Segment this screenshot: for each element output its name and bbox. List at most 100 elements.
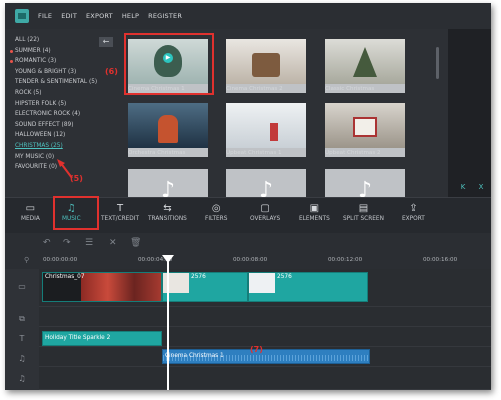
- toolbar-overlays[interactable]: ▢ OVERLAYS: [250, 202, 280, 222]
- ruler-tick: 00:00:08:00: [233, 257, 268, 263]
- category-romantic[interactable]: ROMANTIC (3): [5, 56, 113, 67]
- audio-track-icon: ♫: [18, 374, 26, 383]
- thumbnail-image: [226, 103, 306, 148]
- thumbnail-orchestra-christmas[interactable]: Orchestra Christmas: [128, 103, 208, 157]
- thumbnail-caption: Orchestra Christmas: [128, 150, 186, 156]
- menu-edit[interactable]: EDIT: [61, 12, 77, 20]
- preview-panel: K X: [448, 29, 491, 197]
- category-sound-effect[interactable]: SOUND EFFECT (89): [5, 120, 113, 131]
- toolbar-export[interactable]: ⇪ EXPORT: [402, 202, 425, 222]
- text-track-icon: T: [19, 334, 25, 343]
- timeline-tracks: ▭ Christmas_07 2576 2576 ⧉ T Holiday Tit…: [5, 269, 491, 390]
- thumbnail-caption: Classic Christmas: [325, 86, 375, 92]
- toolbar-label: SPLIT SCREEN: [343, 216, 384, 222]
- annotation-box-music: [53, 196, 99, 230]
- thumbnail-upbeat-christmas-1[interactable]: Upbeat Christmas 1: [226, 103, 306, 157]
- audio-clip[interactable]: Cinema Christmas 1: [162, 349, 370, 364]
- annotation-arrow-5: [57, 159, 73, 179]
- thumbnail-image: [325, 103, 405, 148]
- clip-label: Holiday Title Sparkle 2: [45, 335, 111, 341]
- thumbnail-music-placeholder[interactable]: ♪: [128, 169, 208, 203]
- side-button-x[interactable]: X: [474, 181, 488, 193]
- clip-label: Cinema Christmas 1: [165, 353, 224, 359]
- toolbar-text-credit[interactable]: T TEXT/CREDIT: [101, 202, 139, 222]
- overlays-icon: ▢: [260, 203, 270, 214]
- thumbnail-caption: Upbeat Christmas 2: [325, 150, 381, 156]
- category-all[interactable]: ALL (22): [5, 35, 113, 46]
- toolbar-elements[interactable]: ▣ ELEMENTS: [299, 202, 330, 222]
- video-clip[interactable]: Christmas_07: [42, 272, 162, 302]
- clip-label: Christmas_07: [45, 274, 85, 280]
- thumbnail-image: [325, 39, 405, 84]
- timeline-ruler[interactable]: ⚲ 00:00:00:00 00:00:04:00 00:00:08:00 00…: [5, 255, 491, 269]
- delete-icon[interactable]: 🗑: [130, 238, 141, 248]
- category-summer[interactable]: SUMMER (4): [5, 46, 113, 57]
- toolbar-media[interactable]: ▭ MEDIA: [21, 202, 40, 222]
- video-clip[interactable]: 2576: [162, 272, 248, 302]
- category-young-bright[interactable]: YOUNG & BRIGHT (3): [5, 67, 113, 78]
- clip-label: 2576: [277, 274, 292, 280]
- left-arrow-icon[interactable]: ←: [99, 37, 113, 47]
- thumbnail-music-placeholder[interactable]: ♪: [325, 169, 405, 203]
- export-icon: ⇪: [409, 203, 418, 214]
- annotation-box-thumbnail: [124, 33, 214, 95]
- ruler-tick: 00:00:12:00: [328, 257, 363, 263]
- ruler-tick: 00:00:16:00: [423, 257, 458, 263]
- filters-icon: ◎: [211, 203, 221, 214]
- annotation-label-7: (7): [250, 345, 263, 354]
- thumbnail-upbeat-christmas-2[interactable]: Upbeat Christmas 2: [325, 103, 405, 157]
- category-tender[interactable]: TENDER & SENTIMENTAL (5): [5, 77, 113, 88]
- audio-track-icon: ♫: [18, 354, 26, 363]
- redo-icon[interactable]: ↷: [63, 238, 71, 248]
- toolbar-label: TEXT/CREDIT: [101, 216, 140, 222]
- folder-icon: ▭: [25, 203, 36, 214]
- ruler-tick: 00:00:00:00: [43, 257, 78, 263]
- thumbnail-cinema-christmas-2[interactable]: Cinema Christmas 2: [226, 39, 306, 93]
- overlay-lane: [39, 307, 491, 327]
- menu-bar: FILE EDIT EXPORT HELP REGISTER: [5, 3, 491, 29]
- menu-register[interactable]: REGISTER: [148, 12, 182, 20]
- toolbar-transitions[interactable]: ⇆ TRANSITIONS: [148, 202, 187, 222]
- transitions-icon: ⇆: [163, 203, 172, 214]
- toolbar-split-screen[interactable]: ▤ SPLIT SCREEN: [343, 202, 384, 222]
- toolbar-filters[interactable]: ◎ FILTERS: [205, 202, 227, 222]
- menu-file[interactable]: FILE: [38, 12, 52, 20]
- toolbar-label: OVERLAYS: [250, 216, 281, 222]
- category-rock[interactable]: ROCK (5): [5, 88, 113, 99]
- audio-lane: [39, 367, 491, 390]
- split-screen-icon: ▤: [358, 203, 369, 214]
- menu-help[interactable]: HELP: [122, 12, 139, 20]
- library-scrollbar[interactable]: [436, 47, 439, 79]
- toolbar-label: FILTERS: [205, 216, 228, 222]
- clip-frames: [81, 273, 161, 301]
- side-button-k[interactable]: K: [456, 181, 470, 193]
- annotation-label-6: (6): [105, 67, 118, 76]
- category-christmas[interactable]: CHRISTMAS (25): [5, 141, 113, 152]
- category-hipster-folk[interactable]: HIPSTER FOLK (5): [5, 99, 113, 110]
- video-track-icon: ▭: [18, 282, 26, 291]
- thumbnail-caption: Cinema Christmas 2: [226, 86, 283, 92]
- text-icon: T: [116, 203, 124, 214]
- cut-icon[interactable]: ✕: [109, 238, 117, 248]
- menu-export[interactable]: EXPORT: [86, 12, 113, 20]
- thumbnail-classic-christmas[interactable]: Classic Christmas: [325, 39, 405, 93]
- category-halloween[interactable]: HALLOWEEN (12): [5, 130, 113, 141]
- adjust-icon[interactable]: ☰: [85, 238, 93, 248]
- thumbnail-image: [128, 103, 208, 148]
- category-list: ALL (22) SUMMER (4) ROMANTIC (3) YOUNG &…: [5, 35, 113, 173]
- thumbnail-music-placeholder[interactable]: ♪: [226, 169, 306, 203]
- media-library: ALL (22) SUMMER (4) ROMANTIC (3) YOUNG &…: [5, 29, 491, 203]
- clip-label: 2576: [191, 274, 206, 280]
- title-clip[interactable]: Holiday Title Sparkle 2: [42, 331, 162, 346]
- overlay-track-icon: ⧉: [19, 314, 25, 323]
- elements-icon: ▣: [309, 203, 320, 214]
- undo-icon[interactable]: ↶: [43, 238, 51, 248]
- video-clip[interactable]: 2576: [248, 272, 368, 302]
- toolbar-label: EXPORT: [402, 216, 425, 222]
- playhead[interactable]: [167, 255, 169, 390]
- category-electronic-rock[interactable]: ELECTRONIC ROCK (4): [5, 109, 113, 120]
- toolbar-label: ELEMENTS: [299, 216, 330, 222]
- toolbar-label: MEDIA: [21, 216, 40, 222]
- timeline-toolbar: ↶ ↷ ☰ ✕ 🗑: [5, 233, 491, 255]
- magnet-icon[interactable]: ⚲: [24, 256, 29, 264]
